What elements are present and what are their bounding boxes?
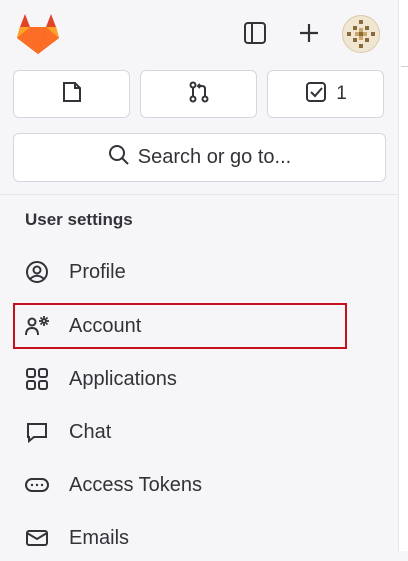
profile-icon	[22, 257, 52, 287]
divider	[0, 194, 398, 195]
right-panel-edge	[398, 0, 408, 551]
issues-button[interactable]	[13, 70, 130, 118]
merge-requests-button[interactable]	[140, 70, 257, 118]
sidebar-toggle-icon[interactable]	[238, 16, 272, 50]
merge-request-icon	[187, 80, 211, 109]
chat-icon	[22, 417, 52, 447]
sidebar-item-applications[interactable]: Applications	[13, 356, 347, 402]
gitlab-logo-icon[interactable]	[15, 12, 61, 56]
sidebar-item-label: Account	[69, 314, 142, 337]
sidebar-item-profile[interactable]: Profile	[13, 249, 347, 295]
sidebar-item-chat[interactable]: Chat	[13, 409, 347, 455]
sidebar-item-label: Emails	[69, 526, 130, 549]
todo-checkbox-icon	[304, 80, 328, 109]
sidebar-item-access-tokens[interactable]: Access Tokens	[13, 462, 347, 508]
top-bar	[0, 0, 398, 70]
mail-icon	[22, 523, 52, 553]
sidebar-item-label: Applications	[69, 367, 177, 390]
todos-button[interactable]: 1	[267, 70, 384, 118]
token-icon	[22, 470, 52, 500]
sidebar-item-label: Chat	[69, 420, 112, 443]
account-settings-icon	[22, 311, 52, 341]
search-label: Search or go to...	[137, 146, 292, 168]
sidebar-item-label: Profile	[69, 260, 126, 283]
todo-count: 1	[336, 83, 347, 104]
avatar[interactable]	[342, 15, 380, 53]
search-icon	[108, 144, 130, 171]
sidebar-item-emails[interactable]: Emails	[13, 515, 347, 561]
issues-icon	[60, 80, 84, 109]
plus-icon[interactable]	[292, 16, 326, 50]
sidebar-item-label: Access Tokens	[69, 473, 203, 496]
applications-icon	[22, 364, 52, 394]
section-title: User settings	[25, 210, 133, 229]
search-button[interactable]: Search or go to...	[13, 133, 386, 182]
quick-actions: 1	[13, 70, 386, 120]
sidebar-item-account[interactable]: Account	[13, 303, 347, 349]
